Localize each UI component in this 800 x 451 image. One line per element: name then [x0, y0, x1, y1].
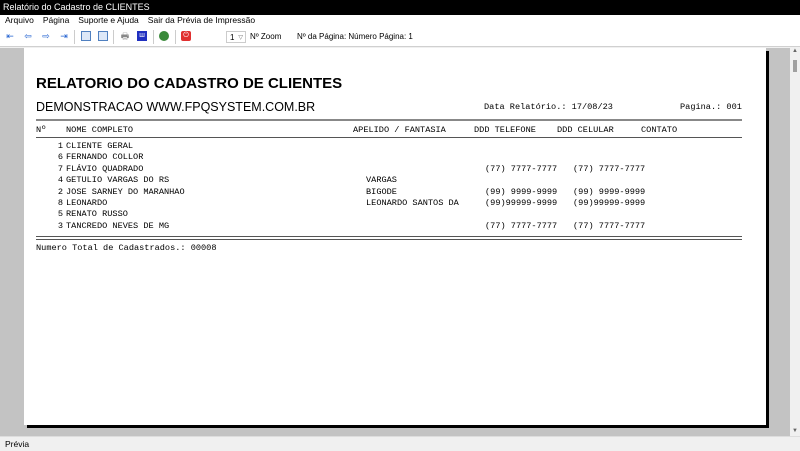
- divider: [36, 239, 742, 240]
- row-name: CLIENTE GERAL: [66, 141, 134, 151]
- chevron-down-icon: ▽: [238, 35, 243, 41]
- menu-bar: Arquivo Página Suporte e Ajuda Sair da P…: [0, 15, 800, 27]
- separator: [113, 30, 114, 44]
- row-name: LEONARDO: [66, 198, 108, 208]
- zoom-select[interactable]: 1 ▽: [226, 31, 246, 43]
- row-nick: VARGAS: [366, 175, 397, 186]
- single-page-icon[interactable]: [81, 31, 91, 41]
- row-cell: (77) 7777-7777: [573, 220, 646, 231]
- status-bar: Prévia: [0, 436, 800, 450]
- scroll-thumb[interactable]: [793, 60, 797, 72]
- two-pages-icon[interactable]: [98, 31, 108, 41]
- row-num: 8: [57, 198, 63, 208]
- divider: [36, 119, 742, 121]
- menu-pagina[interactable]: Página: [43, 15, 69, 27]
- row-num: 2: [57, 186, 63, 197]
- row-num: 4: [57, 175, 63, 186]
- close-preview-icon[interactable]: ⏻: [181, 31, 191, 41]
- prev-page-icon[interactable]: ⇦: [23, 31, 33, 41]
- scroll-down-icon[interactable]: ▼: [792, 428, 798, 434]
- separator: [74, 30, 75, 44]
- row-name: GETULIO VARGAS DO RS: [66, 175, 170, 186]
- row-num: 6: [57, 152, 63, 163]
- row-name: JOSE SARNEY DO MARANHAO: [66, 186, 185, 197]
- row-cell: (99) 9999-9999: [573, 186, 646, 197]
- report-date: Data Relatório.: 17/08/23: [484, 102, 613, 112]
- row-nick: LEONARDO SANTOS DA: [366, 198, 459, 208]
- row-phone: (99) 9999-9999: [485, 186, 558, 197]
- header-num: Nº: [36, 125, 47, 135]
- separator: [153, 30, 154, 44]
- zoom-label: Nº Zoom: [250, 32, 282, 41]
- toolbar: ⇤ ⇦ ⇨ ⇥ 🖶 ш ⏻ 1 ▽ Nº Zoom Nº da Página: N…: [0, 27, 800, 47]
- row-name: FLÁVIO QUADRADO: [66, 163, 144, 174]
- row-name: RENATO RUSSO: [66, 209, 128, 220]
- page-number-label: Nº da Página: Número Página: 1: [297, 32, 413, 41]
- header-name: NOME COMPLETO: [66, 125, 134, 135]
- header-nick: APELIDO / FANTASIA: [353, 125, 446, 135]
- menu-suporte[interactable]: Suporte e Ajuda: [78, 15, 139, 27]
- row-num: 5: [57, 209, 63, 220]
- report-page-number: Pagina.: 001: [680, 102, 742, 112]
- print-icon[interactable]: 🖶: [120, 31, 130, 41]
- divider: [36, 137, 742, 138]
- divider: [36, 236, 742, 237]
- row-num: 3: [57, 220, 63, 231]
- report-page: RELATORIO DO CADASTRO DE CLIENTES DEMONS…: [24, 48, 766, 425]
- row-nick: BIGODE: [366, 186, 397, 197]
- menu-sair[interactable]: Sair da Prévia de Impressão: [148, 15, 255, 27]
- total-count: Numero Total de Cadastrados.: 00008: [36, 243, 217, 253]
- row-phone: (77) 7777-7777: [485, 163, 558, 174]
- setup-icon[interactable]: ш: [137, 31, 147, 41]
- report-subtitle: DEMONSTRACAO WWW.FPQSYSTEM.COM.BR: [36, 100, 316, 114]
- scroll-up-icon[interactable]: ▲: [792, 48, 798, 54]
- first-page-icon[interactable]: ⇤: [5, 31, 15, 41]
- next-page-icon[interactable]: ⇨: [41, 31, 51, 41]
- separator: [175, 30, 176, 44]
- last-page-icon[interactable]: ⇥: [59, 31, 69, 41]
- window-title: Relatório do Cadastro de CLIENTES: [0, 0, 800, 15]
- row-name: FERNANDO COLLOR: [66, 152, 144, 163]
- row-num: 7: [57, 163, 63, 174]
- export-icon[interactable]: [159, 31, 169, 41]
- vertical-scrollbar[interactable]: ▲ ▼: [790, 48, 800, 436]
- row-num: 1: [57, 141, 63, 151]
- row-name: TANCREDO NEVES DE MG: [66, 220, 170, 231]
- header-contact: CONTATO: [641, 125, 678, 135]
- menu-arquivo[interactable]: Arquivo: [5, 15, 34, 27]
- zoom-value: 1: [230, 33, 235, 42]
- header-cell: DDD CELULAR: [557, 125, 614, 135]
- row-cell: (99)99999-9999: [573, 198, 646, 208]
- row-phone: (99)99999-9999: [485, 198, 558, 208]
- row-cell: (77) 7777-7777: [573, 163, 646, 174]
- row-phone: (77) 7777-7777: [485, 220, 558, 231]
- report-title: RELATORIO DO CADASTRO DE CLIENTES: [36, 75, 343, 92]
- header-phone: DDD TELEFONE: [474, 125, 536, 135]
